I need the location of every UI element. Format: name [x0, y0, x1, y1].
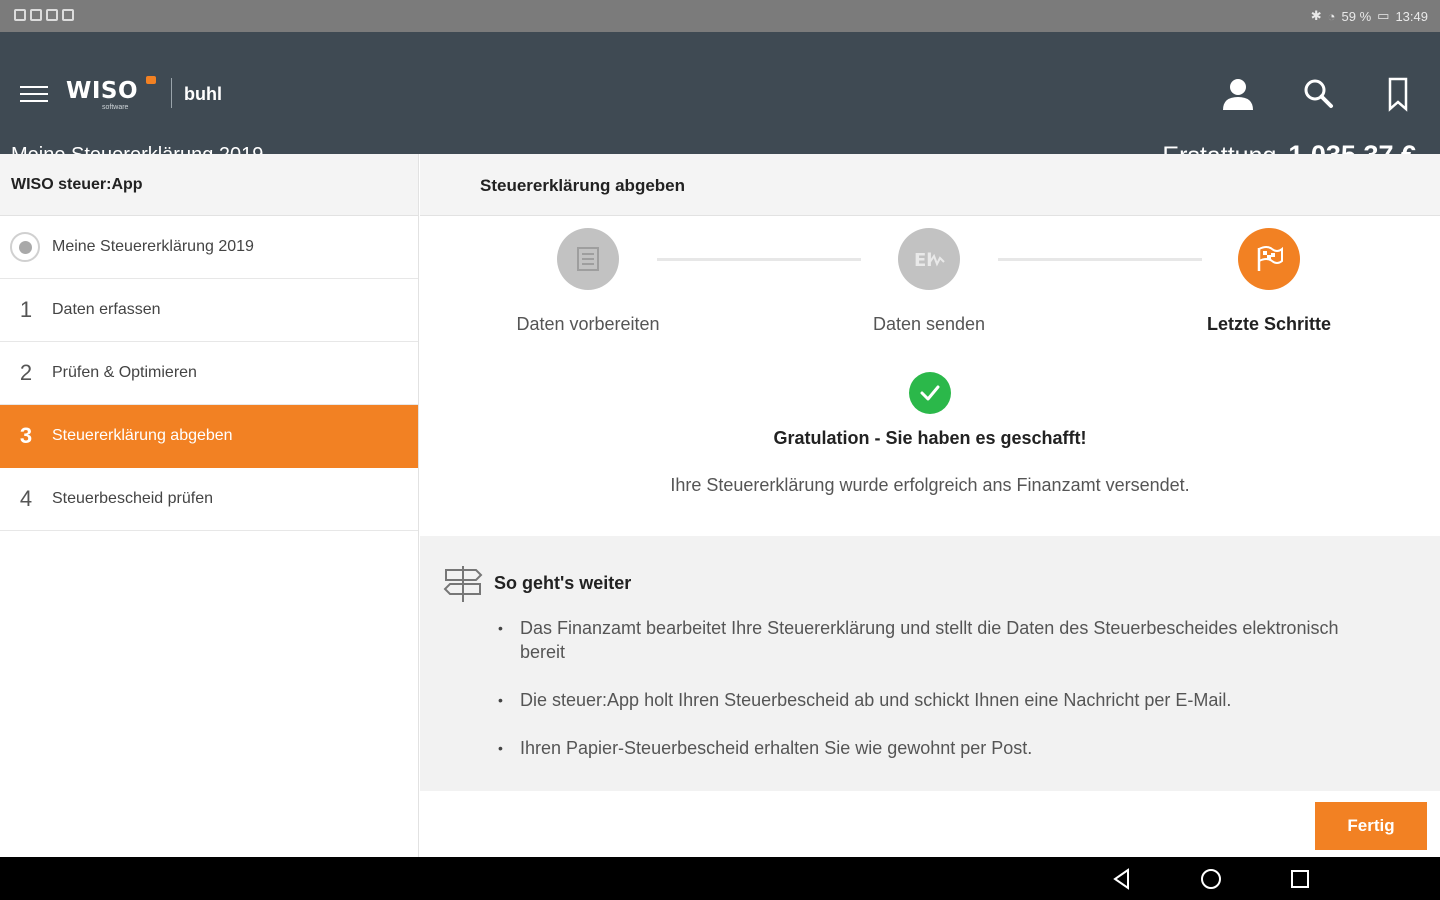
sidebar-item-label: Steuererklärung abgeben: [52, 427, 233, 444]
next-steps-list: Das Finanzamt bearbeitet Ihre Steuererkl…: [498, 616, 1378, 784]
step-label: Daten senden: [872, 314, 986, 334]
check-icon: [909, 372, 951, 414]
next-steps-title: So geht's weiter: [494, 572, 632, 593]
notification-icon: [14, 9, 26, 21]
main-panel: Steuererklärung abgeben Daten vorbereite…: [420, 154, 1440, 857]
list-item: Das Finanzamt bearbeitet Ihre Steuererkl…: [498, 616, 1378, 664]
sidebar-item-overview[interactable]: Meine Steuererklärung 2019: [0, 216, 418, 279]
next-steps-panel: So geht's weiter Das Finanzamt bearbeite…: [420, 536, 1440, 791]
sidebar: WISO steuer:App Meine Steuererklärung 20…: [0, 154, 419, 857]
step-label: Letzte Schritte: [1206, 314, 1332, 334]
sidebar-item-pruefen[interactable]: 2 Prüfen & Optimieren: [0, 342, 418, 405]
progress-stepper: Daten vorbereiten El Daten senden Letzte…: [420, 228, 1440, 348]
sidebar-item-daten-erfassen[interactable]: 1 Daten erfassen: [0, 279, 418, 342]
wifi-icon: ◔: [1327, 8, 1336, 24]
header-actions: [1218, 76, 1418, 112]
next-steps-header: So geht's weiter: [442, 562, 631, 604]
sidebar-item-label: Daten erfassen: [52, 301, 161, 318]
list-item: Die steuer:App holt Ihren Steuerbescheid…: [498, 688, 1378, 712]
recents-icon[interactable]: [1288, 867, 1312, 891]
step-number: 2: [19, 360, 33, 385]
step-number: 1: [19, 297, 33, 322]
logo-accent: [146, 76, 156, 84]
step-number: 3: [19, 423, 33, 448]
battery-percent: 59 %: [1341, 8, 1372, 24]
sidebar-item-label: Meine Steuererklärung 2019: [52, 238, 254, 255]
bookmark-icon[interactable]: [1378, 76, 1418, 112]
sidebar-item-label: Prüfen & Optimieren: [52, 364, 197, 381]
list-item: Ihren Papier-Steuerbescheid erhalten Sie…: [498, 736, 1378, 760]
document-icon: [557, 228, 619, 290]
done-button[interactable]: Fertig: [1315, 802, 1427, 850]
step-letzte-schritte: Letzte Schritte: [1139, 228, 1399, 335]
elster-icon: El: [898, 228, 960, 290]
navigation-bar: [0, 857, 1440, 900]
user-icon[interactable]: [1218, 76, 1258, 112]
bluetooth-icon: ✱: [1310, 8, 1322, 23]
notification-icon: [30, 9, 42, 21]
menu-icon[interactable]: [20, 86, 48, 104]
radio-icon: [0, 232, 52, 262]
notification-icon: [62, 9, 74, 21]
sidebar-item-label: Steuerbescheid prüfen: [52, 490, 213, 507]
status-indicators: ✱ ◔ 59 % ▭ 13:49: [1311, 8, 1428, 24]
back-icon[interactable]: [1110, 867, 1134, 891]
success-title: Gratulation - Sie haben es geschafft!: [773, 428, 1087, 448]
play-icon: [46, 9, 58, 21]
step-number: 4: [19, 486, 33, 511]
step-label: Daten vorbereiten: [516, 314, 660, 334]
step-daten-senden: El Daten senden: [799, 228, 1059, 335]
sidebar-heading: WISO steuer:App: [0, 154, 418, 216]
page-title: Steuererklärung abgeben: [420, 154, 1440, 216]
home-icon[interactable]: [1199, 867, 1223, 891]
buhl-logo: buhl: [184, 84, 222, 104]
app-header: WISO software buhl Meine Steuererklärung…: [0, 32, 1440, 170]
wiso-logo: WISO software: [66, 76, 156, 111]
svg-text:El: El: [914, 250, 932, 271]
clock: 13:49: [1395, 8, 1428, 24]
battery-icon: ▭: [1377, 8, 1390, 23]
sidebar-item-abgeben[interactable]: 3 Steuererklärung abgeben: [0, 405, 418, 468]
success-text: Ihre Steuererklärung wurde erfolgreich a…: [670, 475, 1190, 495]
sidebar-item-bescheid[interactable]: 4 Steuerbescheid prüfen: [0, 468, 418, 531]
logo-separator: [171, 78, 172, 108]
status-bar: ✱ ◔ 59 % ▭ 13:49: [0, 0, 1440, 32]
signpost-icon: [443, 566, 483, 602]
success-message: Gratulation - Sie haben es geschafft! Ih…: [420, 372, 1440, 496]
step-daten-vorbereiten: Daten vorbereiten: [458, 228, 718, 335]
finish-flag-icon: [1238, 228, 1300, 290]
status-notifications: [14, 9, 74, 21]
search-icon[interactable]: [1298, 76, 1338, 112]
